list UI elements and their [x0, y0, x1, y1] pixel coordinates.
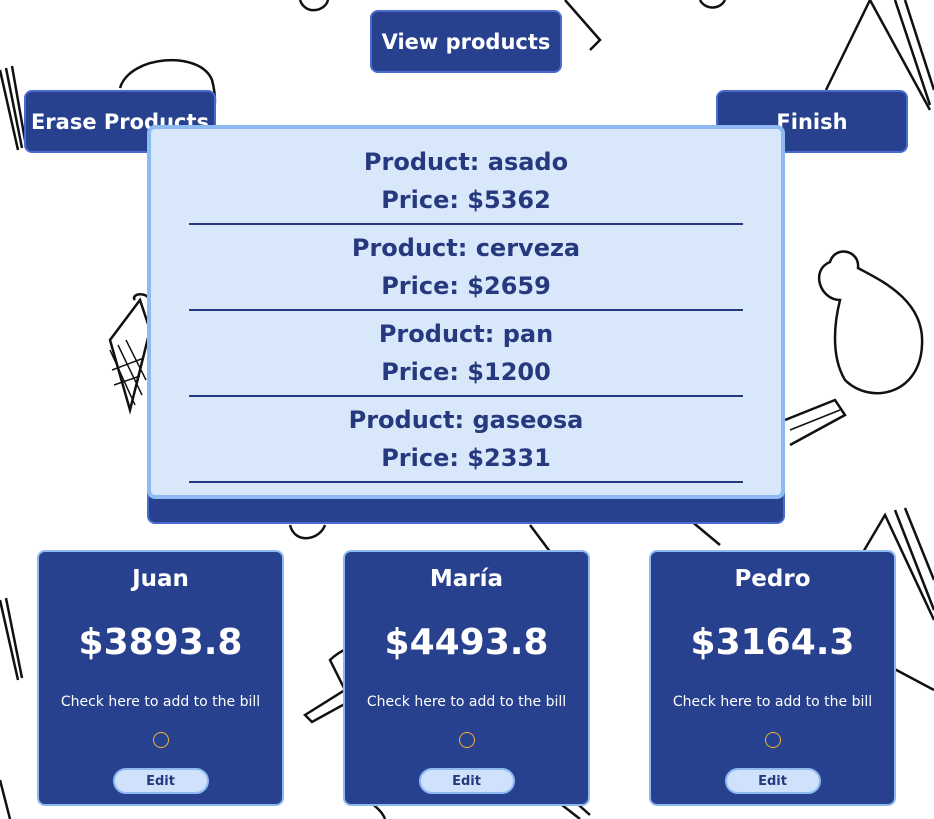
price-label-prefix: Price: $ [381, 444, 484, 472]
price-label-prefix: Price: $ [381, 272, 484, 300]
add-to-bill-checkbox[interactable] [152, 732, 169, 748]
person-name: Juan [132, 566, 189, 592]
edit-button[interactable]: Edit [418, 768, 515, 794]
product-label-prefix: Product: [348, 406, 473, 434]
add-to-bill-hint: Check here to add to the bill [60, 694, 261, 710]
price-label-prefix: Price: $ [381, 358, 484, 386]
person-card-pedro: Pedro $3164.3 Check here to add to the b… [649, 550, 896, 806]
product-name: pan [502, 320, 554, 348]
product-name: cerveza [475, 234, 581, 262]
product-name: asado [487, 148, 569, 176]
product-item: Product: asado Price: $5362 [189, 139, 743, 225]
product-item: Product: gaseosa Price: $2331 [189, 397, 743, 483]
edit-button[interactable]: Edit [112, 768, 209, 794]
price-label-prefix: Price: $ [381, 186, 484, 214]
person-name: María [429, 566, 504, 592]
person-total: $3164.3 [690, 622, 855, 663]
person-card-juan: Juan $3893.8 Check here to add to the bi… [37, 550, 284, 806]
product-price: 2331 [484, 444, 551, 472]
product-label-prefix: Product: [351, 234, 476, 262]
add-to-bill-checkbox[interactable] [764, 732, 781, 748]
product-item: Product: cerveza Price: $2659 [189, 225, 743, 311]
person-total: $3893.8 [78, 622, 243, 663]
person-name: Pedro [734, 566, 811, 592]
person-total: $4493.8 [384, 622, 549, 663]
product-label-prefix: Product: [363, 148, 488, 176]
product-price: 1200 [484, 358, 551, 386]
view-products-button[interactable]: View products [370, 10, 562, 73]
product-item: Product: pan Price: $1200 [189, 311, 743, 397]
add-to-bill-hint: Check here to add to the bill [366, 694, 567, 710]
add-to-bill-hint: Check here to add to the bill [672, 694, 873, 710]
products-list-modal: Product: asado Price: $5362 Product: cer… [147, 125, 785, 499]
edit-button[interactable]: Edit [724, 768, 821, 794]
product-price: 5362 [484, 186, 551, 214]
add-to-bill-checkbox[interactable] [458, 732, 475, 748]
product-name: gaseosa [472, 406, 584, 434]
person-card-maria: María $4493.8 Check here to add to the b… [343, 550, 590, 806]
product-price: 2659 [484, 272, 551, 300]
product-label-prefix: Product: [378, 320, 503, 348]
